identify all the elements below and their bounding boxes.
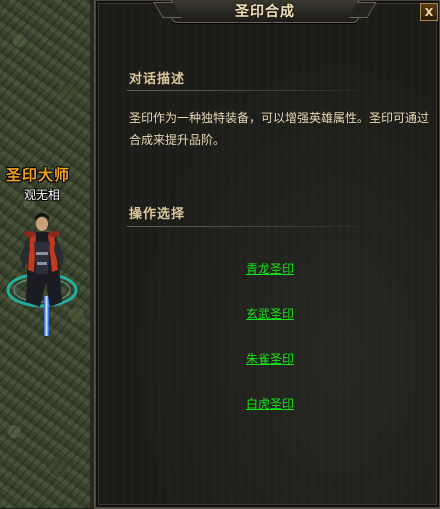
npc-name: 观无相	[24, 188, 61, 202]
game-scene: 圣印大师 观无相	[0, 0, 96, 508]
options-heading: 操作选择	[129, 207, 186, 222]
options-divider	[127, 226, 379, 227]
option-zhuque-seal[interactable]: 朱雀圣印	[246, 350, 294, 367]
description-text: 圣印作为一种独特装备，可以增强英雄属性。圣印可通过合成来提升品阶。	[129, 111, 430, 147]
npc-title: 圣印大师	[6, 166, 71, 184]
option-baihu-seal[interactable]: 白虎圣印	[246, 395, 294, 412]
option-xuanwu-seal[interactable]: 玄武圣印	[246, 305, 294, 322]
dialog-title: 圣印合成	[235, 4, 295, 20]
close-icon: X	[424, 5, 434, 19]
option-qinglong-seal[interactable]: 青龙圣印	[246, 260, 294, 277]
description-heading: 对话描述	[129, 72, 186, 87]
description-divider	[127, 90, 379, 91]
close-button[interactable]: X	[420, 3, 438, 21]
npc-dialog-panel: 圣印合成 X 对话描述 圣印作为一种独特装备，可以增强英雄属性。圣印可通过合成来…	[90, 0, 440, 509]
npc-character-sprite[interactable]	[0, 212, 96, 342]
dialog-titlebar: 圣印合成	[171, 0, 359, 23]
